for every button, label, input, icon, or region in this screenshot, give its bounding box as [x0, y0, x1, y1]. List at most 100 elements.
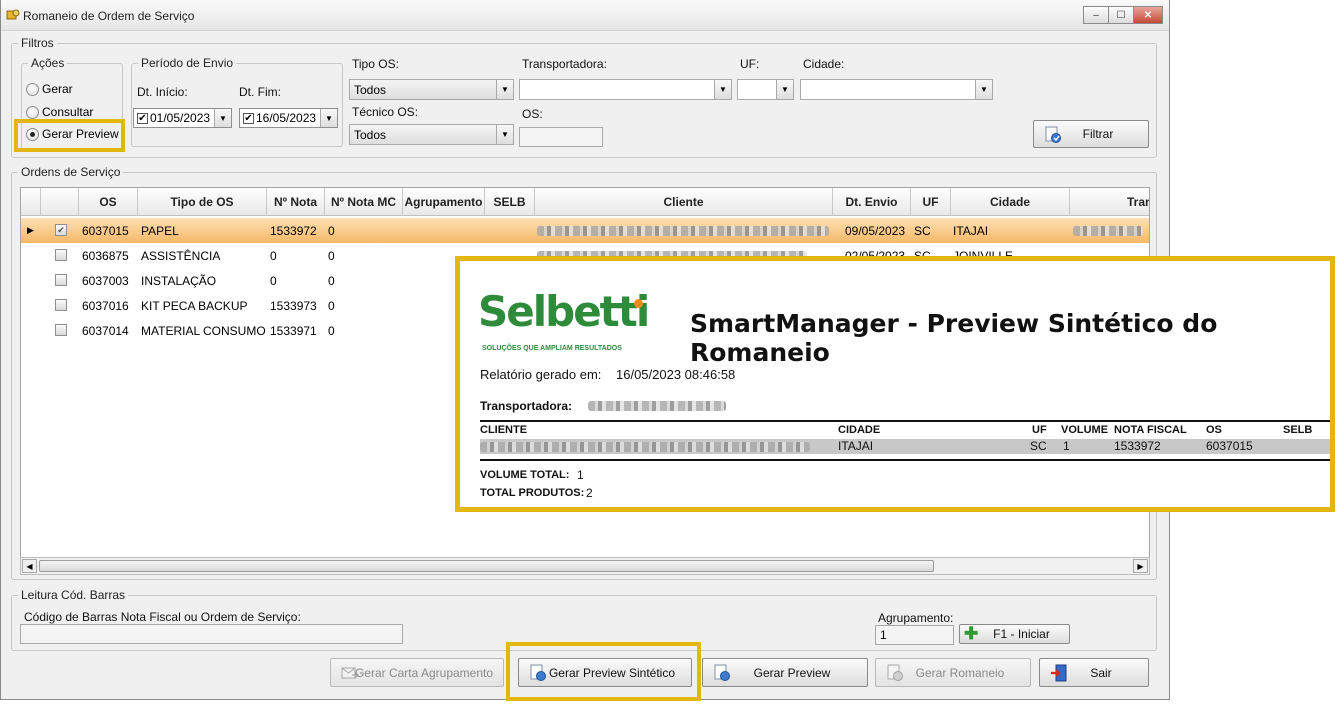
cell-uf: SC: [914, 224, 931, 238]
transportadora-select[interactable]: ▼: [519, 79, 732, 100]
gerar-romaneio-button[interactable]: Gerar Romaneio: [875, 658, 1031, 687]
preview-row: ITAJAI SC 1 1533972 6037015: [480, 439, 1330, 454]
dt-fim-picker[interactable]: ✔ 16/05/2023 ▼: [239, 108, 338, 128]
transportadora-label: Transportadora:: [522, 57, 607, 71]
row-checkbox[interactable]: [55, 324, 67, 336]
col-agrupamento[interactable]: Agrupamento: [403, 188, 485, 216]
preview-window: Selbetti SOLUÇÕES QUE AMPLIAM RESULTADOS…: [455, 256, 1335, 512]
col-dt-envio[interactable]: Dt. Envio: [833, 188, 911, 216]
row-checkbox[interactable]: ✔: [55, 224, 67, 236]
minimize-button[interactable]: –: [1083, 6, 1109, 24]
col-cidade[interactable]: Cidade: [951, 188, 1070, 216]
close-button[interactable]: ✕: [1133, 6, 1163, 24]
check-col: [41, 188, 79, 216]
row-checkbox[interactable]: [55, 299, 67, 311]
row-uf: SC: [1030, 439, 1047, 453]
chevron-down-icon[interactable]: ▼: [975, 80, 992, 99]
title-bar[interactable]: Romaneio de Ordem de Serviço – ☐ ✕: [1, 0, 1169, 31]
col-n-nota[interactable]: Nº Nota: [267, 188, 325, 216]
cidade-select[interactable]: ▼: [800, 79, 993, 100]
hdr-selb: SELB: [1283, 424, 1313, 436]
sair-button[interactable]: Sair: [1039, 658, 1149, 687]
cell-os: 6037003: [82, 274, 129, 288]
tipo-os-label: Tipo OS:: [352, 57, 399, 71]
codigo-barras-input[interactable]: [20, 624, 403, 644]
col-trans[interactable]: Trans: [1070, 188, 1149, 216]
radio-consultar-circle[interactable]: [26, 105, 39, 119]
chevron-down-icon[interactable]: ▼: [776, 80, 793, 99]
maximize-button[interactable]: ☐: [1108, 6, 1134, 24]
os-input[interactable]: [519, 127, 603, 147]
dt-inicio-picker[interactable]: ✔ 01/05/2023 ▼: [133, 108, 232, 128]
row-volume: 1: [1063, 439, 1070, 453]
iniciar-button[interactable]: ✚ F1 - Iniciar: [959, 624, 1070, 644]
exit-door-icon: [1051, 664, 1067, 682]
ordens-label: Ordens de Serviço: [18, 165, 124, 179]
col-n-nota-mc[interactable]: Nº Nota MC: [325, 188, 403, 216]
volume-total-label: VOLUME TOTAL:: [480, 469, 570, 481]
scroll-right-icon[interactable]: ▶: [1133, 559, 1148, 573]
row-cidade: ITAJAI: [838, 439, 874, 453]
dt-fim-checkbox[interactable]: ✔: [243, 112, 254, 124]
gerar-carta-button[interactable]: Gerar Carta Agrupamento: [330, 658, 504, 687]
chevron-down-icon[interactable]: ▼: [714, 80, 731, 99]
preview-title: SmartManager - Preview Sintético do Roma…: [690, 309, 1218, 367]
horizontal-scrollbar[interactable]: ◀ ▶: [20, 557, 1150, 575]
radio-gerar[interactable]: Gerar: [26, 82, 73, 96]
logo-tagline: SOLUÇÕES QUE AMPLIAM RESULTADOS: [482, 345, 622, 352]
cell-trans-redacted: [1073, 226, 1143, 236]
hdr-cidade: CIDADE: [838, 424, 881, 436]
gerado-value: 16/05/2023 08:46:58: [616, 367, 736, 382]
chevron-down-icon[interactable]: ▼: [214, 109, 231, 127]
cell-os: 6037014: [82, 324, 129, 338]
acoes-label: Ações: [28, 56, 68, 70]
cell-os: 6036875: [82, 249, 129, 263]
hdr-os: OS: [1206, 424, 1222, 436]
scroll-thumb[interactable]: [39, 560, 934, 572]
tecnico-os-value: Todos: [354, 128, 387, 142]
table-row[interactable]: ▶ ✔ 6037015 PAPEL 1533972 0 09/05/2023 S…: [21, 218, 1149, 243]
filtros-label: Filtros: [18, 36, 57, 50]
plus-icon: ✚: [964, 624, 979, 643]
highlight-preview-sintetico: [506, 642, 701, 701]
app-icon: [6, 9, 20, 20]
codigo-barras-label: Código de Barras Nota Fiscal ou Ordem de…: [24, 610, 301, 624]
preview-doc-icon: [714, 664, 730, 681]
logo-text: Selbetti: [478, 287, 650, 336]
agrupamento-input[interactable]: 1: [875, 625, 954, 645]
row-checkbox[interactable]: [55, 274, 67, 286]
chevron-down-icon[interactable]: ▼: [496, 80, 513, 99]
dt-inicio-checkbox[interactable]: ✔: [137, 112, 148, 124]
col-os[interactable]: OS: [79, 188, 138, 216]
cell-nota-mc: 0: [328, 249, 335, 263]
periodo-group: Período de Envio: [131, 56, 343, 147]
radio-consultar[interactable]: Consultar: [26, 105, 93, 119]
hdr-nota-fiscal: NOTA FISCAL: [1114, 424, 1187, 436]
radio-gerar-circle[interactable]: [26, 82, 39, 96]
filtrar-button[interactable]: Filtrar: [1033, 120, 1149, 148]
chevron-down-icon[interactable]: ▼: [320, 109, 337, 127]
col-cliente[interactable]: Cliente: [535, 188, 833, 216]
dt-fim-label: Dt. Fim:: [239, 85, 281, 99]
row-checkbox[interactable]: [55, 249, 67, 261]
tipo-os-select[interactable]: Todos ▼: [349, 79, 514, 100]
tecnico-os-label: Técnico OS:: [352, 105, 419, 119]
divider-top: [480, 420, 1330, 422]
transportadora-redacted: [588, 401, 726, 411]
row-nota: 1533972: [1114, 439, 1161, 453]
cliente-redacted: [480, 442, 810, 452]
col-uf[interactable]: UF: [911, 188, 951, 216]
hdr-volume: VOLUME: [1061, 424, 1109, 436]
gerar-preview-button[interactable]: Gerar Preview: [702, 658, 868, 687]
divider-bottom: [480, 459, 1330, 461]
row-pointer-icon: ▶: [27, 225, 34, 235]
scroll-left-icon[interactable]: ◀: [22, 559, 37, 573]
uf-select[interactable]: ▼: [737, 79, 794, 100]
filter-doc-icon: [1045, 126, 1061, 143]
gerado-label: Relatório gerado em:: [480, 367, 602, 382]
cell-nota: 0: [270, 249, 277, 263]
col-selb[interactable]: SELB: [485, 188, 535, 216]
col-tipo-os[interactable]: Tipo de OS: [138, 188, 267, 216]
tecnico-os-select[interactable]: Todos ▼: [349, 124, 514, 145]
chevron-down-icon[interactable]: ▼: [496, 125, 513, 144]
